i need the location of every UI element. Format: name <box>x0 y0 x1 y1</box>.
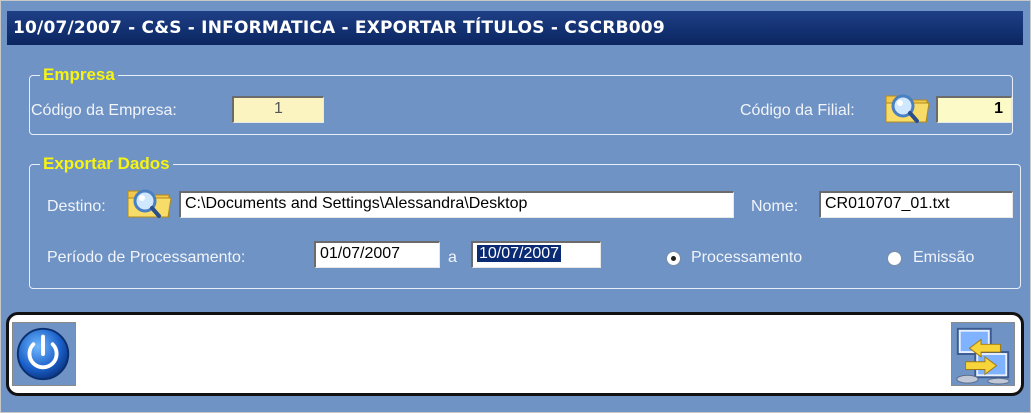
exit-button[interactable] <box>12 322 76 386</box>
exportar-dados-legend: Exportar Dados <box>40 154 173 174</box>
destino-label: Destino: <box>47 198 106 215</box>
codigo-empresa-label: Código da Empresa: <box>31 102 177 119</box>
action-toolbar <box>6 312 1024 396</box>
export-button[interactable] <box>951 322 1015 386</box>
processamento-radio[interactable] <box>666 251 681 266</box>
window-title: 10/07/2007 - C&S - INFORMATICA - EXPORTA… <box>7 11 1023 45</box>
emissao-radio[interactable] <box>887 251 902 266</box>
periodo-fim-selection: 10/07/2007 <box>477 245 562 262</box>
codigo-filial-field[interactable]: 1 <box>936 96 1012 123</box>
processamento-label[interactable]: Processamento <box>691 248 802 268</box>
nome-label: Nome: <box>751 198 799 215</box>
periodo-label: Período de Processamento: <box>47 249 246 266</box>
export-transfer-icon <box>956 327 1010 385</box>
codigo-filial-label: Código da Filial: <box>740 102 855 119</box>
destino-input[interactable]: C:\Documents and Settings\Alessandra\Des… <box>179 191 734 218</box>
nome-input[interactable]: CR010707_01.txt <box>819 191 1013 218</box>
destino-folder-search-icon[interactable] <box>125 183 173 221</box>
codigo-empresa-field[interactable]: 1 <box>232 96 324 123</box>
emissao-label[interactable]: Emissão <box>913 248 974 268</box>
empresa-legend: Empresa <box>40 65 118 85</box>
export-window: 10/07/2007 - C&S - INFORMATICA - EXPORTA… <box>0 0 1031 413</box>
periodo-separator: a <box>448 249 457 266</box>
periodo-inicio-input[interactable]: 01/07/2007 <box>314 241 440 268</box>
filial-folder-search-icon[interactable] <box>883 88 931 126</box>
exportar-dados-group: Exportar Dados <box>29 154 1021 289</box>
periodo-fim-input[interactable]: 10/07/2007 <box>471 241 601 268</box>
power-icon <box>16 327 70 381</box>
